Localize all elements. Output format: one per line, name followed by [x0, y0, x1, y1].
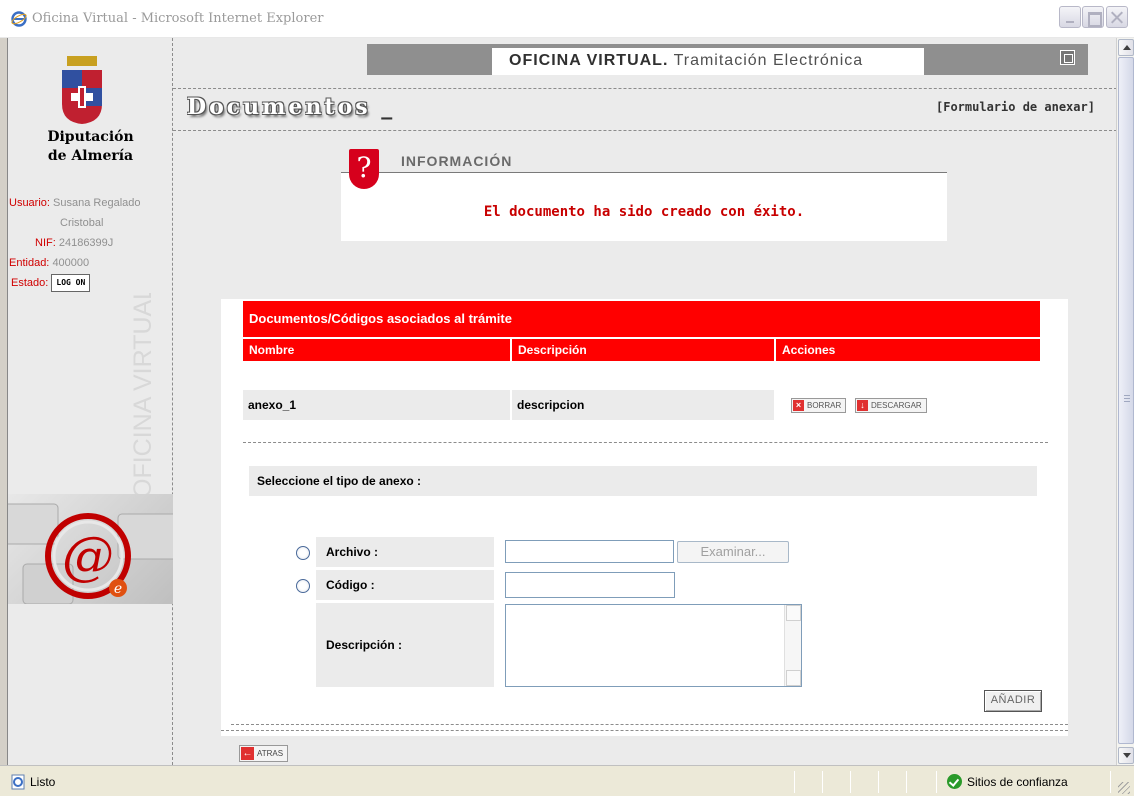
status-text: Listo — [30, 775, 56, 789]
divider — [906, 771, 907, 793]
page-title-text: Documentos — [187, 94, 371, 120]
window-title: Oficina Virtual - Microsoft Internet Exp… — [32, 11, 324, 26]
check-circle-icon — [947, 774, 962, 789]
attachment-type-label: Seleccione el tipo de anexo : — [249, 466, 1037, 496]
column-header-actions: Acciones — [776, 339, 1040, 361]
nif-value: 24186399J — [58, 237, 114, 249]
description-label: Descripción : — [316, 603, 494, 687]
documents-section-title: Documentos/Códigos asociados al trámite — [243, 301, 1040, 337]
minimize-icon[interactable] — [1059, 6, 1081, 28]
header-brand: OFICINA VIRTUAL. Tramitación Electrónica — [492, 48, 924, 75]
textarea-scroll-up-icon[interactable] — [786, 605, 801, 621]
info-message: El documento ha sido creado con éxito. — [483, 204, 805, 220]
maximize-icon[interactable] — [1082, 6, 1104, 28]
question-mark-icon: ? — [349, 149, 379, 189]
code-radio[interactable] — [296, 579, 310, 593]
user-value: Susana Regalado — [53, 197, 141, 209]
svg-text:@: @ — [62, 527, 114, 587]
divider — [1110, 771, 1111, 793]
ie-icon — [11, 11, 27, 27]
header-brand-bold: OFICINA VIRTUAL. — [509, 52, 669, 69]
status-bar: Listo Sitios de confianza — [0, 765, 1134, 796]
code-label: Código : — [316, 570, 494, 600]
info-header: INFORMACIÓN — [341, 149, 947, 173]
divider — [231, 724, 1068, 725]
add-button[interactable]: AÑADIR — [984, 690, 1042, 712]
delete-label: BORRAR — [807, 401, 842, 410]
page-scrollbar[interactable] — [1116, 38, 1134, 765]
divider — [878, 771, 879, 793]
description-textarea[interactable] — [505, 604, 802, 687]
user-label: Usuario: — [9, 197, 50, 209]
table-cell-description: descripcion — [512, 390, 774, 420]
at-sign-logo: @ e — [8, 494, 173, 604]
user-info: Usuario: Susana Regalado Cristobal NIF: … — [8, 193, 173, 293]
entity-label: Entidad: — [9, 257, 50, 269]
svg-text:OFICINA VIRTUAL: OFICINA VIRTUAL — [129, 293, 157, 498]
back-arrow-icon: ← — [241, 747, 254, 760]
file-label: Archivo : — [316, 537, 494, 567]
info-title: INFORMACIÓN — [401, 153, 513, 169]
resize-grip-icon[interactable] — [1118, 782, 1130, 794]
scroll-up-icon[interactable] — [1118, 39, 1134, 56]
ie-page-icon — [11, 774, 25, 790]
divider — [173, 88, 1116, 89]
textarea-scroll-down-icon[interactable] — [786, 670, 801, 686]
coat-of-arms-logo — [62, 56, 102, 124]
nif-label: NIF: — [35, 237, 56, 249]
entity-value: 400000 — [52, 257, 90, 269]
table-cell-name: anexo_1 — [243, 390, 510, 420]
browse-button[interactable]: Examinar... — [677, 541, 789, 563]
back-bar: ← ATRAS — [233, 742, 1068, 765]
close-icon[interactable] — [1106, 6, 1128, 28]
divider — [936, 771, 937, 793]
divider — [822, 771, 823, 793]
divider — [850, 771, 851, 793]
back-label: ATRAS — [257, 749, 284, 758]
download-button[interactable]: ↓ DESCARGAR — [855, 398, 927, 413]
status-label: Estado: — [11, 277, 49, 289]
header-corner-icon[interactable] — [1060, 50, 1075, 65]
divider — [794, 771, 795, 793]
textarea-scrollbar[interactable] — [784, 605, 801, 686]
header-brand-rest: Tramitación Electrónica — [668, 52, 864, 69]
divider — [221, 730, 1068, 731]
column-header-name: Nombre — [243, 339, 510, 361]
divider — [243, 442, 1048, 443]
page-title-cursor: _ — [370, 94, 396, 120]
security-zone: Sitios de confianza — [967, 775, 1068, 789]
svg-text:e: e — [114, 581, 122, 597]
user-value-2: Cristobal — [60, 217, 104, 229]
download-label: DESCARGAR — [871, 401, 922, 410]
delete-button[interactable]: × BORRAR — [791, 398, 847, 413]
back-button[interactable]: ← ATRAS — [239, 745, 289, 762]
browser-viewport: Diputación de Almería Usuario: Susana Re… — [7, 38, 1116, 765]
column-header-description: Descripción — [512, 339, 774, 361]
info-box: INFORMACIÓN ? El documento ha sido cread… — [341, 149, 947, 241]
code-input[interactable] — [505, 572, 675, 598]
delete-icon: × — [793, 400, 804, 411]
org-name-line2: de Almería — [47, 148, 134, 164]
download-icon: ↓ — [857, 400, 868, 411]
documents-panel: Documentos/Códigos asociados al trámite … — [221, 299, 1068, 736]
org-name-line1: Diputación — [47, 129, 134, 145]
divider — [173, 130, 1116, 131]
sidebar: Diputación de Almería Usuario: Susana Re… — [8, 38, 173, 765]
grip-icon — [1124, 395, 1130, 402]
file-radio[interactable] — [296, 546, 310, 560]
scroll-thumb[interactable] — [1118, 57, 1134, 744]
page-title: Documentos _ — [187, 94, 395, 120]
breadcrumb: [Formulario de anexar] — [936, 100, 1095, 114]
logon-button[interactable]: LOG ON — [51, 274, 91, 293]
vertical-brand: OFICINA VIRTUAL — [129, 293, 157, 498]
window-title-bar: Oficina Virtual - Microsoft Internet Exp… — [0, 0, 1134, 38]
file-input[interactable] — [505, 540, 674, 563]
organization-name: Diputación de Almería — [8, 128, 173, 166]
scroll-down-icon[interactable] — [1118, 747, 1134, 764]
